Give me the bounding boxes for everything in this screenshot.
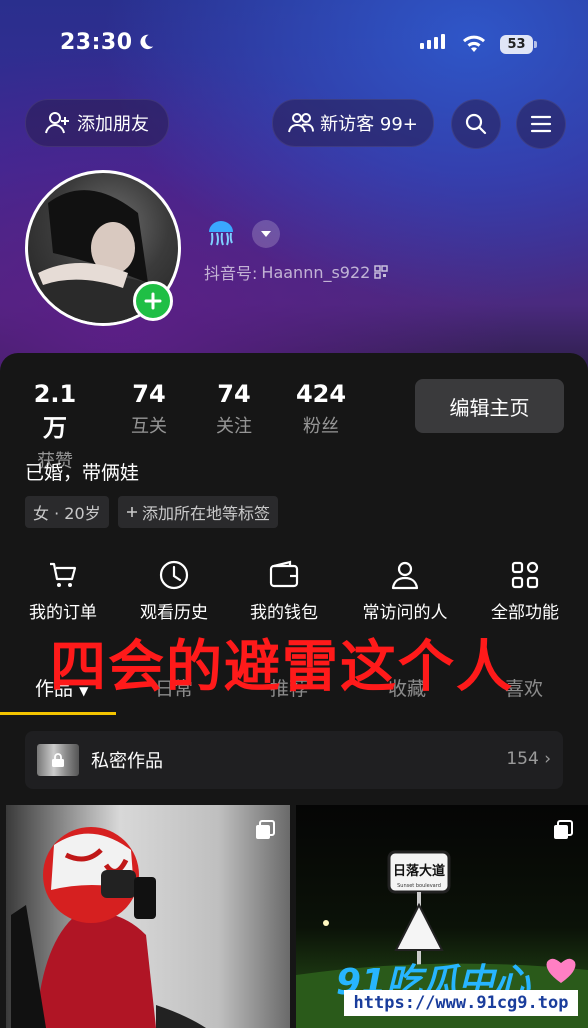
search-icon <box>465 113 487 135</box>
new-visitors-label: 新访客 99+ <box>320 114 418 135</box>
hamburger-menu-icon <box>530 115 552 133</box>
func-frequent-visitors[interactable]: 常访问的人 <box>350 557 460 623</box>
private-works-label: 私密作品 <box>91 751 163 772</box>
jellyfish-icon <box>209 221 233 246</box>
cart-icon <box>50 562 77 587</box>
stat-value: 424 <box>295 380 347 408</box>
thumbnail-image <box>11 827 206 1028</box>
douyin-id-value: Haannn_s922 <box>261 262 371 282</box>
func-label: 常访问的人 <box>362 603 448 623</box>
add-location-label: 添加所在地等标签 <box>142 504 271 523</box>
menu-button[interactable] <box>516 99 566 149</box>
qr-code-icon <box>374 265 389 279</box>
stat-mutual[interactable]: 74 互关 <box>120 380 178 438</box>
stat-label: 关注 <box>216 416 252 437</box>
stat-value: 74 <box>217 380 251 408</box>
heart-icon <box>546 958 576 983</box>
bio-text: 已婚，带俩娃 <box>25 462 140 484</box>
add-friend-button[interactable]: 添加朋友 <box>25 99 169 147</box>
battery-indicator: 53 <box>500 35 537 54</box>
stat-label: 互关 <box>131 416 167 437</box>
stat-value: 2.1万 <box>33 380 77 442</box>
stat-following[interactable]: 74 关注 <box>205 380 263 438</box>
sign-title: 日落大道 <box>393 863 445 879</box>
caret-down-icon <box>261 231 271 237</box>
overlay-caption: 四会的避雷这个人 <box>50 635 514 700</box>
private-works-count-value: 154 <box>506 749 539 769</box>
add-person-icon <box>45 112 69 134</box>
func-label: 观看历史 <box>140 603 208 623</box>
video-thumbnail[interactable] <box>6 805 290 1028</box>
person-icon <box>391 561 419 590</box>
func-label: 我的订单 <box>29 603 97 623</box>
edit-profile-button[interactable]: 编辑主页 <box>415 379 564 433</box>
status-bar: 23:30 53 <box>0 0 588 90</box>
lock-icon <box>52 753 64 767</box>
active-tab-indicator <box>0 712 116 715</box>
moon-icon <box>140 34 154 50</box>
multi-image-icon <box>256 820 275 839</box>
wifi-icon <box>463 35 485 52</box>
func-history[interactable]: 观看历史 <box>119 557 229 623</box>
search-button[interactable] <box>451 99 501 149</box>
private-works-thumbnail <box>37 744 79 776</box>
private-works-row[interactable]: 私密作品 154 › <box>25 731 563 789</box>
account-switch-button[interactable] <box>252 220 280 248</box>
chevron-right-icon: › <box>544 749 551 769</box>
func-orders[interactable]: 我的订单 <box>8 557 118 623</box>
private-works-count: 154 › <box>506 749 551 769</box>
stat-label: 粉丝 <box>303 416 339 437</box>
stat-followers[interactable]: 424 粉丝 <box>290 380 352 438</box>
watermark-url: https://www.91cg9.top <box>344 990 578 1016</box>
sign-subtitle: Sunset boulevard <box>397 883 441 889</box>
func-label: 全部功能 <box>491 603 559 623</box>
gender-age-tag: 女 · 20岁 <box>25 496 109 528</box>
func-wallet[interactable]: 我的钱包 <box>229 557 339 623</box>
douyin-id[interactable]: 抖音号: Haannn_s922 <box>204 260 389 284</box>
douyin-id-prefix: 抖音号: <box>204 264 258 283</box>
stat-value: 74 <box>132 380 166 408</box>
add-story-button[interactable] <box>133 281 173 321</box>
plus-icon <box>127 507 137 517</box>
add-location-tag[interactable]: 添加所在地等标签 <box>118 496 279 528</box>
clock-icon <box>159 560 189 590</box>
new-visitors-button[interactable]: 新访客 99+ <box>272 99 434 147</box>
plus-icon <box>144 292 162 310</box>
people-icon <box>288 113 315 133</box>
multi-image-icon <box>554 820 573 839</box>
func-label: 我的钱包 <box>250 603 318 623</box>
add-friend-label: 添加朋友 <box>77 114 149 135</box>
wallet-icon <box>269 560 299 588</box>
status-time: 23:30 <box>60 30 133 55</box>
signal-icon <box>420 34 445 49</box>
grid-icon <box>511 561 539 589</box>
func-all-features[interactable]: 全部功能 <box>470 557 580 623</box>
